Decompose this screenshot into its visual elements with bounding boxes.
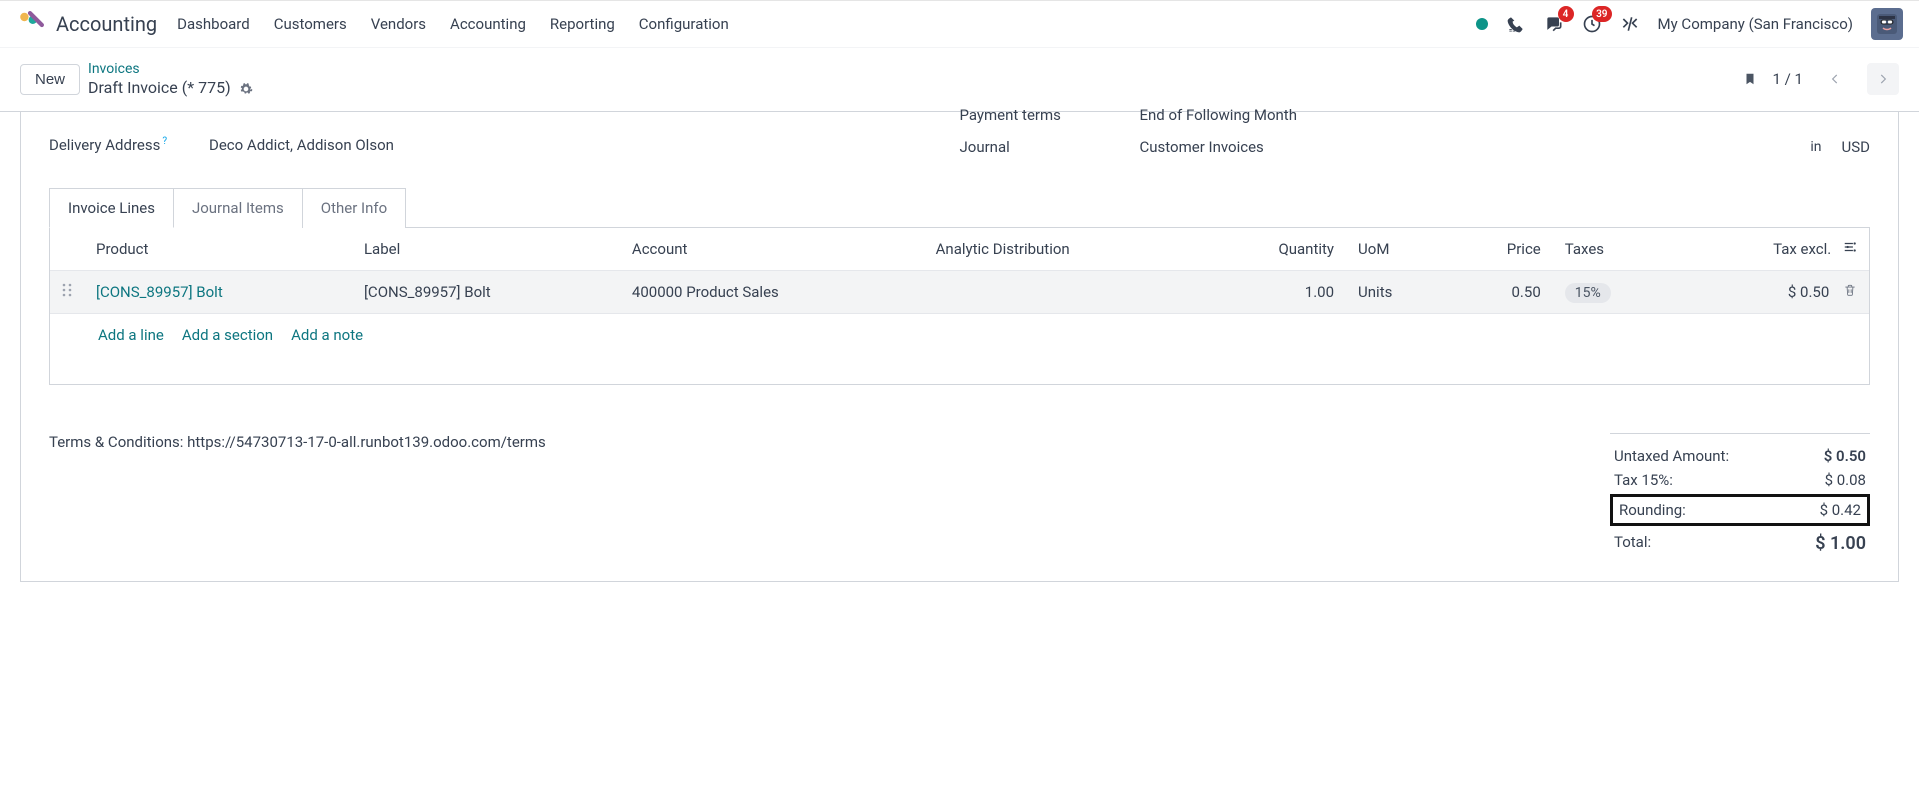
tax-line-value: $ 0.08 xyxy=(1825,471,1866,489)
col-tax-excl[interactable]: Tax excl. xyxy=(1677,228,1869,271)
breadcrumb-parent[interactable]: Invoices xyxy=(88,60,253,78)
quantity-cell[interactable]: 1.00 xyxy=(1305,283,1334,301)
form-body: Delivery Address? Deco Addict, Addison O… xyxy=(0,112,1919,612)
drag-handle-icon[interactable] xyxy=(62,283,72,297)
optional-columns-icon[interactable] xyxy=(1843,240,1857,254)
col-account[interactable]: Account xyxy=(620,228,924,271)
footer-area: Terms & Conditions: https://54730713-17-… xyxy=(49,433,1870,557)
bookmark-icon[interactable] xyxy=(1743,70,1757,88)
invoice-lines-pane: Product Label Account Analytic Distribut… xyxy=(49,227,1870,385)
nav-configuration[interactable]: Configuration xyxy=(639,15,729,33)
tab-other-info[interactable]: Other Info xyxy=(302,188,406,228)
control-panel-right: 1 / 1 xyxy=(1743,63,1900,95)
new-button[interactable]: New xyxy=(20,64,80,95)
rounding-value: $ 0.42 xyxy=(1820,501,1861,519)
uom-cell[interactable]: Units xyxy=(1358,283,1392,301)
total-value: $ 1.00 xyxy=(1815,533,1866,554)
add-section-link[interactable]: Add a section xyxy=(182,326,273,344)
nav-customers[interactable]: Customers xyxy=(274,15,347,33)
tax-chip[interactable]: 15% xyxy=(1565,283,1611,303)
product-cell[interactable]: [CONS_89957] Bolt xyxy=(96,283,223,301)
col-quantity[interactable]: Quantity xyxy=(1205,228,1346,271)
label-cell[interactable]: [CONS_89957] Bolt xyxy=(364,283,491,301)
total-label: Total: xyxy=(1614,533,1651,554)
journal-label: Journal xyxy=(960,138,1140,156)
control-panel: New Invoices Draft Invoice (* 775) 1 / 1 xyxy=(0,48,1919,111)
top-navbar: Accounting Dashboard Customers Vendors A… xyxy=(0,0,1919,48)
payment-terms-label: Payment terms xyxy=(960,106,1140,124)
terms-text[interactable]: Terms & Conditions: https://54730713-17-… xyxy=(49,433,1610,451)
app-name[interactable]: Accounting xyxy=(56,12,157,36)
invoice-lines-table: Product Label Account Analytic Distribut… xyxy=(50,228,1869,314)
nav-dashboard[interactable]: Dashboard xyxy=(177,15,250,33)
col-price[interactable]: Price xyxy=(1450,228,1553,271)
price-cell[interactable]: 0.50 xyxy=(1512,283,1541,301)
record-title: Draft Invoice (* 775) xyxy=(88,78,231,99)
tabs: Invoice Lines Journal Items Other Info xyxy=(49,188,1870,228)
col-product[interactable]: Product xyxy=(84,228,352,271)
tax-line-label: Tax 15%: xyxy=(1614,471,1673,489)
pager-next-button[interactable] xyxy=(1867,63,1899,95)
form-sheet: Delivery Address? Deco Addict, Addison O… xyxy=(20,112,1899,582)
col-taxes[interactable]: Taxes xyxy=(1553,228,1677,271)
gear-icon[interactable] xyxy=(239,82,253,96)
payment-terms-value[interactable]: End of Following Month xyxy=(1140,106,1297,124)
untaxed-value: $ 0.50 xyxy=(1824,447,1866,465)
nav-menu: Dashboard Customers Vendors Accounting R… xyxy=(177,15,729,33)
activities-badge: 39 xyxy=(1592,6,1611,22)
col-uom[interactable]: UoM xyxy=(1346,228,1450,271)
delivery-address-value[interactable]: Deco Addict, Addison Olson xyxy=(209,136,394,154)
debug-tools-icon[interactable] xyxy=(1620,14,1640,34)
tab-invoice-lines[interactable]: Invoice Lines xyxy=(49,188,174,228)
pager-text[interactable]: 1 / 1 xyxy=(1773,70,1804,88)
add-actions: Add a line Add a section Add a note xyxy=(50,314,1869,344)
breadcrumb: Invoices Draft Invoice (* 775) xyxy=(88,60,253,99)
topbar-right: 4 39 My Company (San Francisco) xyxy=(1476,8,1903,40)
untaxed-label: Untaxed Amount: xyxy=(1614,447,1729,465)
col-analytic[interactable]: Analytic Distribution xyxy=(924,228,1205,271)
col-label[interactable]: Label xyxy=(352,228,620,271)
delete-row-icon[interactable] xyxy=(1843,283,1857,297)
journal-value[interactable]: Customer Invoices xyxy=(1140,138,1264,156)
user-avatar[interactable] xyxy=(1871,8,1903,40)
nav-accounting[interactable]: Accounting xyxy=(450,15,526,33)
currency-value[interactable]: USD xyxy=(1842,138,1870,156)
top-fields: Delivery Address? Deco Addict, Addison O… xyxy=(49,112,1870,170)
voip-icon[interactable] xyxy=(1506,14,1526,34)
table-row[interactable]: [CONS_89957] Bolt [CONS_89957] Bolt 4000… xyxy=(50,270,1869,313)
tab-journal-items[interactable]: Journal Items xyxy=(173,188,303,228)
delivery-address-label: Delivery Address? xyxy=(49,136,209,154)
pager-prev-button[interactable] xyxy=(1819,63,1851,95)
breadcrumb-current: Draft Invoice (* 775) xyxy=(88,78,253,99)
nav-reporting[interactable]: Reporting xyxy=(550,15,615,33)
account-cell[interactable]: 400000 Product Sales xyxy=(632,283,779,301)
nav-vendors[interactable]: Vendors xyxy=(371,15,426,33)
add-line-link[interactable]: Add a line xyxy=(98,326,164,344)
rounding-label: Rounding: xyxy=(1619,501,1686,519)
company-selector[interactable]: My Company (San Francisco) xyxy=(1658,15,1853,33)
help-icon[interactable]: ? xyxy=(162,136,167,147)
presence-indicator-icon xyxy=(1476,18,1488,30)
messages-badge: 4 xyxy=(1558,6,1574,22)
messages-icon[interactable]: 4 xyxy=(1544,14,1564,34)
add-note-link[interactable]: Add a note xyxy=(291,326,363,344)
rounding-row: Rounding: $ 0.42 xyxy=(1610,494,1870,526)
activities-icon[interactable]: 39 xyxy=(1582,14,1602,34)
tax-excl-cell: $ 0.50 xyxy=(1788,283,1829,301)
currency-in-label: in xyxy=(1810,139,1821,155)
totals-block: Untaxed Amount: $ 0.50 Tax 15%: $ 0.08 R… xyxy=(1610,433,1870,557)
app-logo-icon xyxy=(16,10,44,38)
